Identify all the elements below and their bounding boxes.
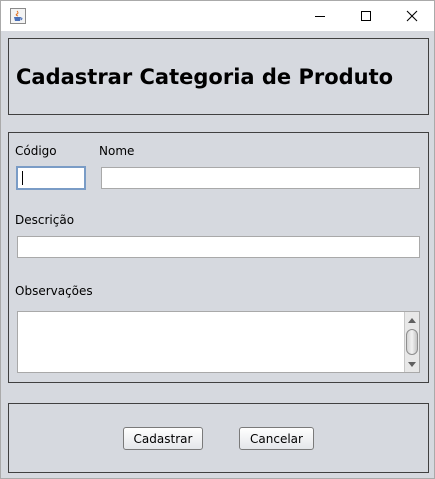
maximize-button[interactable] [343, 1, 388, 31]
close-button[interactable] [389, 1, 434, 31]
nome-field[interactable] [101, 167, 420, 189]
page-title: Cadastrar Categoria de Produto [16, 65, 394, 89]
form-panel: Código Nome Descrição Observações [8, 132, 429, 383]
java-coffee-cup-icon [10, 8, 26, 24]
title-bar[interactable] [1, 1, 434, 31]
button-panel: Cadastrar Cancelar [8, 403, 429, 473]
scroll-down-arrow-icon[interactable] [405, 357, 419, 371]
vertical-scrollbar[interactable] [404, 312, 419, 372]
descricao-field[interactable] [17, 236, 420, 258]
codigo-label: Código [15, 144, 57, 158]
text-caret [22, 171, 23, 185]
observacoes-label: Observações [15, 284, 93, 298]
header-panel: Cadastrar Categoria de Produto [8, 38, 429, 115]
nome-label: Nome [99, 144, 135, 158]
descricao-label: Descrição [15, 213, 75, 227]
maximize-icon [360, 11, 371, 21]
scroll-up-arrow-icon[interactable] [405, 313, 419, 327]
close-icon [406, 10, 417, 22]
minimize-icon [314, 16, 325, 17]
observacoes-textarea[interactable] [17, 311, 420, 373]
cancelar-button[interactable]: Cancelar [239, 427, 314, 450]
minimize-button[interactable] [297, 1, 342, 31]
codigo-field[interactable] [16, 166, 86, 190]
scrollbar-thumb[interactable] [406, 329, 418, 355]
cadastrar-button[interactable]: Cadastrar [123, 427, 203, 450]
content-area: Cadastrar Categoria de Produto Código No… [1, 31, 434, 478]
application-window: Cadastrar Categoria de Produto Código No… [0, 0, 435, 479]
